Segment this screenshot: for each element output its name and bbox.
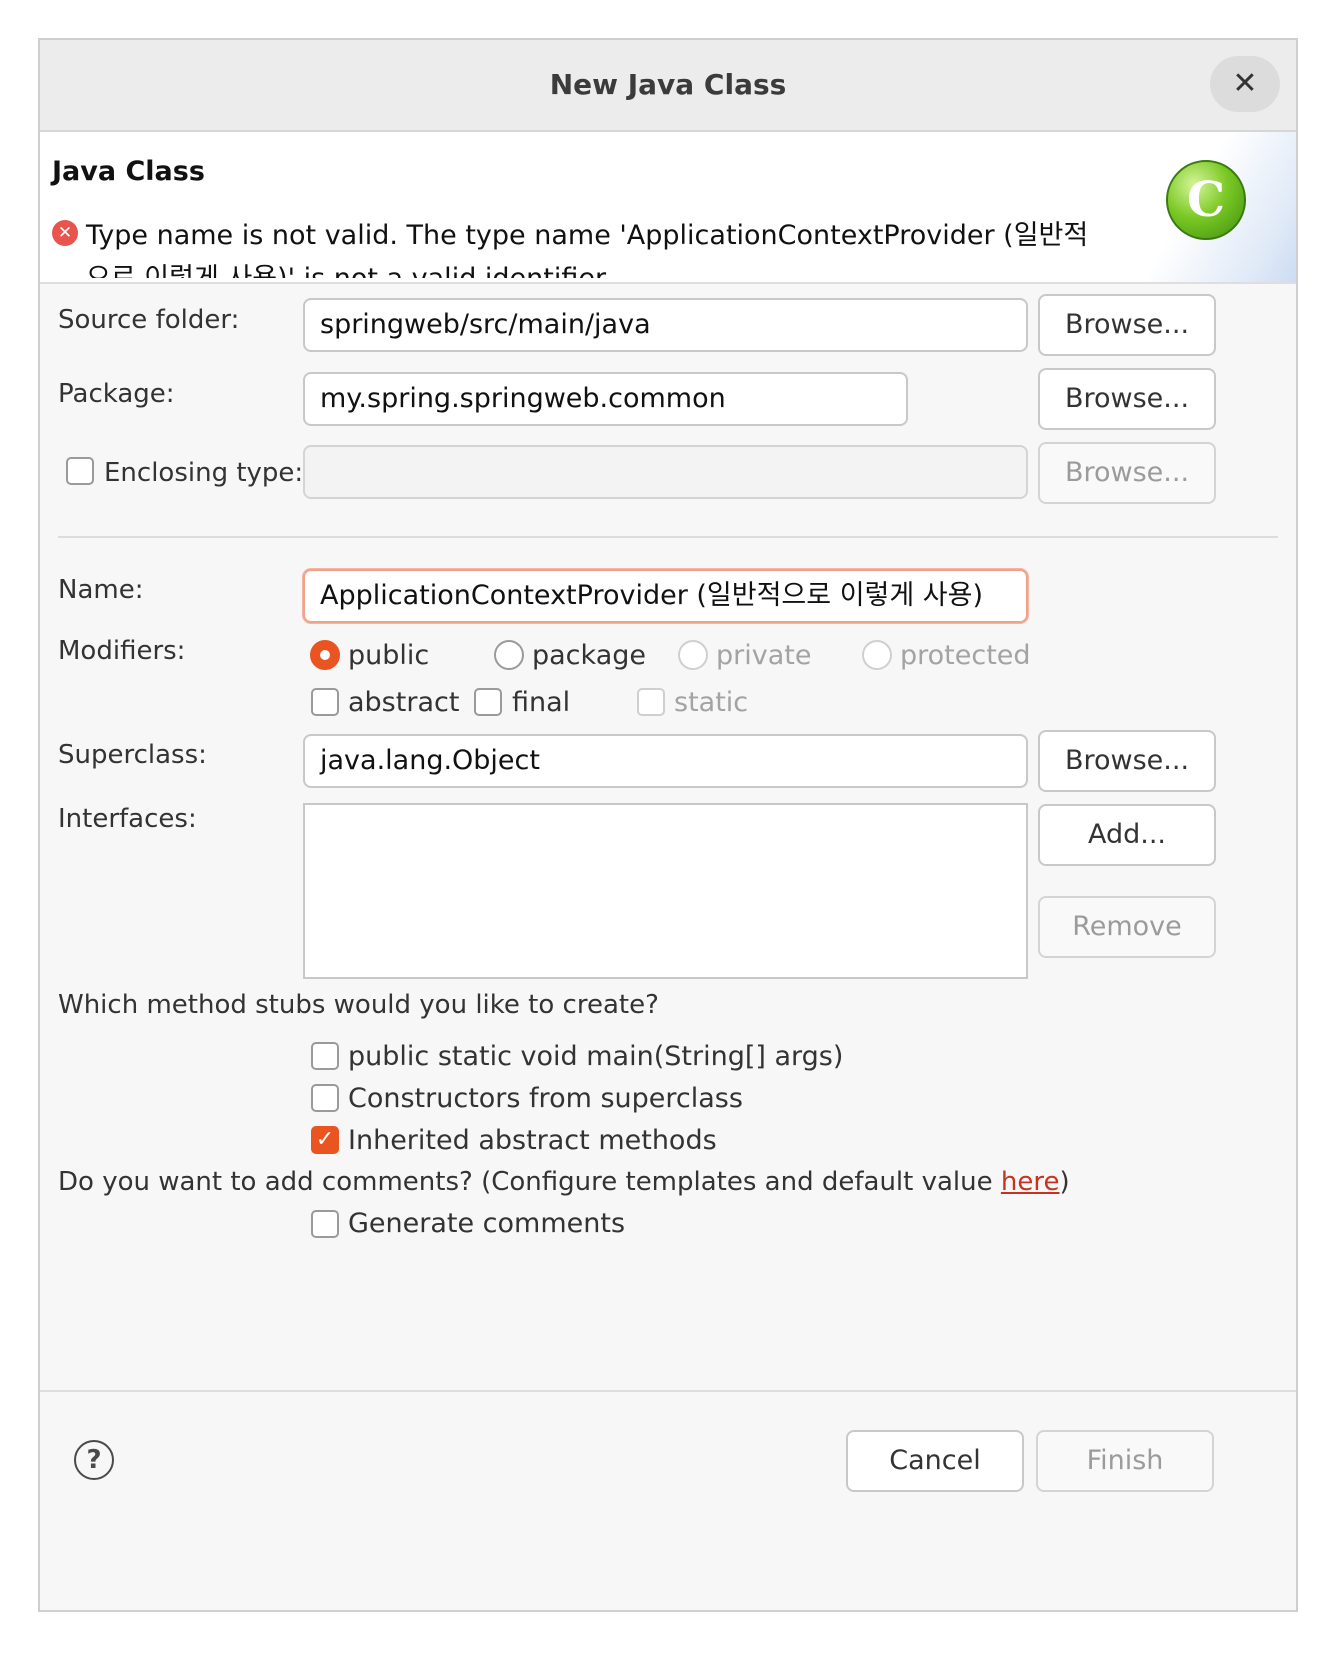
stub-inherited-checkbox[interactable]: ✓ xyxy=(311,1126,339,1154)
generate-comments-checkbox[interactable] xyxy=(311,1210,339,1238)
modifier-protected-label: protected xyxy=(900,640,1031,671)
modifier-static-label: static xyxy=(674,687,749,718)
interfaces-add-button[interactable]: Add... xyxy=(1038,804,1216,866)
comments-question-suffix: ) xyxy=(1059,1167,1070,1197)
close-button[interactable]: ✕ xyxy=(1210,56,1280,112)
modifier-package-radio[interactable] xyxy=(494,640,524,670)
stub-main-label: public static void main(String[] args) xyxy=(348,1041,844,1072)
modifier-protected-radio[interactable] xyxy=(862,640,892,670)
enclosing-type-checkbox[interactable] xyxy=(66,457,94,485)
modifier-static-checkbox[interactable] xyxy=(637,688,665,716)
java-class-icon: C xyxy=(1166,160,1246,240)
stub-inherited-label: Inherited abstract methods xyxy=(348,1125,717,1156)
section-separator xyxy=(58,536,1278,538)
name-label: Name: xyxy=(58,575,144,605)
superclass-label: Superclass: xyxy=(58,740,207,770)
dialog-title: New Java Class xyxy=(549,68,787,101)
stub-constructors-label: Constructors from superclass xyxy=(348,1083,743,1114)
modifiers-label: Modifiers: xyxy=(58,636,186,666)
new-java-class-dialog: New Java Class ✕ Java Class ✕ Type name … xyxy=(38,38,1298,1612)
stub-constructors-checkbox[interactable] xyxy=(311,1084,339,1112)
error-icon: ✕ xyxy=(52,220,78,246)
source-folder-browse-button[interactable]: Browse... xyxy=(1038,294,1216,356)
modifier-final-checkbox[interactable] xyxy=(474,688,502,716)
interfaces-list[interactable] xyxy=(303,803,1028,979)
banner-title: Java Class xyxy=(52,156,205,187)
modifier-private-radio[interactable] xyxy=(678,640,708,670)
modifier-final-label: final xyxy=(512,687,571,718)
modifier-package-label: package xyxy=(532,640,646,671)
source-folder-label: Source folder: xyxy=(58,305,240,335)
help-icon[interactable]: ? xyxy=(74,1440,114,1480)
header-banner: Java Class ✕ Type name is not valid. The… xyxy=(40,132,1296,284)
title-bar: New Java Class ✕ xyxy=(40,40,1296,132)
cancel-button[interactable]: Cancel xyxy=(846,1430,1024,1492)
superclass-browse-button[interactable]: Browse... xyxy=(1038,730,1216,792)
source-folder-input[interactable]: springweb/src/main/java xyxy=(303,298,1028,352)
finish-button[interactable]: Finish xyxy=(1036,1430,1214,1492)
check-icon: ✓ xyxy=(315,1127,335,1152)
package-label: Package: xyxy=(58,379,175,409)
comments-question-text: Do you want to add comments? (Configure … xyxy=(58,1167,1001,1197)
modifier-abstract-label: abstract xyxy=(348,687,460,718)
package-input[interactable]: my.spring.springweb.common xyxy=(303,372,908,426)
interfaces-label: Interfaces: xyxy=(58,804,197,834)
error-message: Type name is not valid. The type name 'A… xyxy=(86,220,1089,278)
enclosing-type-input[interactable] xyxy=(303,445,1028,499)
enclosing-type-browse-button[interactable]: Browse... xyxy=(1038,442,1216,504)
interfaces-remove-button[interactable]: Remove xyxy=(1038,896,1216,958)
enclosing-type-label: Enclosing type: xyxy=(104,458,304,488)
generate-comments-label: Generate comments xyxy=(348,1208,626,1239)
modifier-abstract-checkbox[interactable] xyxy=(311,688,339,716)
package-browse-button[interactable]: Browse... xyxy=(1038,368,1216,430)
comments-question: Do you want to add comments? (Configure … xyxy=(58,1167,1070,1197)
superclass-input[interactable]: java.lang.Object xyxy=(303,734,1028,788)
modifier-public-label: public xyxy=(348,640,430,671)
modifier-private-label: private xyxy=(716,640,812,671)
footer-separator xyxy=(40,1390,1296,1392)
modifier-public-radio[interactable] xyxy=(310,640,340,670)
method-stubs-question: Which method stubs would you like to cre… xyxy=(58,990,659,1020)
name-input[interactable]: ApplicationContextProvider (일반적으로 이렇게 사용… xyxy=(303,569,1028,623)
error-message-area: ✕ Type name is not valid. The type name … xyxy=(52,212,1102,278)
close-icon: ✕ xyxy=(1232,66,1258,101)
stub-main-checkbox[interactable] xyxy=(311,1042,339,1070)
banner-logo: C xyxy=(1146,132,1296,282)
templates-link[interactable]: here xyxy=(1001,1167,1060,1197)
